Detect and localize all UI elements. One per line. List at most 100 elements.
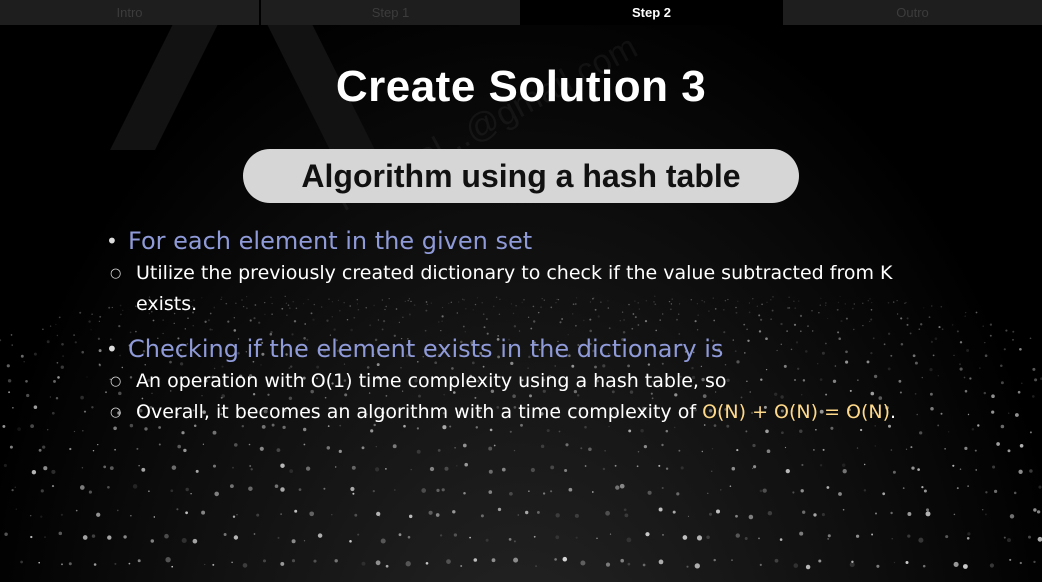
particle-dot — [375, 467, 380, 472]
particle-dot — [375, 560, 381, 566]
particle-dot — [876, 564, 880, 568]
particle-dot — [765, 429, 769, 434]
particle-dot — [855, 534, 860, 538]
particle-dot — [441, 488, 445, 492]
particle-dot — [759, 563, 762, 566]
particle-dot — [609, 533, 612, 535]
particle-dot — [38, 561, 40, 564]
tab-step-2[interactable]: Step 2 — [522, 0, 783, 25]
particle-dot — [334, 466, 337, 468]
particle-dot — [153, 516, 156, 518]
particle-dot — [141, 467, 146, 472]
particle-dot — [437, 448, 441, 452]
particle-dot — [842, 508, 845, 511]
particle-dot — [452, 510, 456, 514]
particle-dot — [1018, 469, 1023, 474]
particle-dot — [47, 429, 49, 431]
particle-dot — [799, 531, 804, 536]
particle-dot — [533, 535, 536, 538]
particle-dot — [1005, 329, 1008, 332]
particle-dot — [918, 537, 924, 543]
particle-dot — [1012, 338, 1014, 341]
particle-dot — [493, 444, 496, 447]
tab-outro[interactable]: Outro — [783, 0, 1042, 25]
tab-intro[interactable]: Intro — [0, 0, 261, 25]
particle-dot — [802, 510, 806, 514]
particle-dot — [890, 511, 893, 515]
particle-dot — [181, 537, 187, 544]
particle-dot — [752, 443, 756, 448]
particle-dot — [305, 466, 311, 471]
particle-dot — [982, 325, 984, 327]
particle-dot — [480, 514, 484, 518]
particle-dot — [185, 487, 189, 492]
particle-dot — [892, 470, 896, 474]
particle-dot — [98, 320, 100, 322]
particle-dot — [51, 411, 55, 415]
particle-dot — [123, 535, 127, 539]
particle-dot — [1031, 395, 1035, 398]
particle-dot — [81, 467, 84, 469]
particle-dot — [842, 463, 846, 467]
particle-dot — [758, 537, 760, 540]
particle-dot — [436, 488, 440, 493]
particle-dot — [303, 443, 306, 446]
particle-dot — [138, 465, 140, 467]
particle-dot — [429, 466, 435, 472]
particle-dot — [779, 538, 783, 541]
particle-dot — [856, 447, 859, 449]
particle-dot — [242, 563, 248, 568]
particle-dot — [6, 364, 10, 368]
particle-dot — [0, 339, 2, 342]
particle-dot — [661, 443, 664, 447]
particle-dot — [79, 311, 82, 314]
particle-dot — [398, 533, 402, 537]
particle-dot — [981, 508, 984, 511]
particle-dot — [696, 535, 703, 541]
particle-dot — [334, 559, 338, 563]
particle-dot — [893, 561, 896, 564]
particle-dot — [813, 513, 817, 517]
bullet-item-1: • For each element in the given set — [106, 224, 946, 258]
particle-dot — [93, 563, 97, 566]
particle-dot — [562, 556, 568, 562]
particle-dot — [890, 449, 893, 451]
particle-dot — [274, 484, 279, 488]
particle-dot — [554, 558, 557, 561]
particle-dot — [953, 354, 955, 357]
particle-dot — [464, 462, 468, 467]
particle-dot — [408, 514, 413, 519]
particle-dot — [68, 562, 72, 566]
particle-dot — [497, 507, 502, 512]
particle-dot — [584, 465, 587, 467]
particle-dot — [731, 559, 733, 561]
particle-dot — [372, 489, 375, 493]
particle-dot — [1009, 558, 1012, 561]
particle-dot — [61, 342, 64, 346]
particle-dot — [555, 535, 560, 540]
particle-dot — [1019, 443, 1024, 448]
particle-dot — [1014, 413, 1019, 417]
particle-dot — [975, 311, 978, 314]
tab-step-1[interactable]: Step 1 — [261, 0, 522, 25]
particle-dot — [707, 492, 709, 494]
particle-dot — [580, 560, 586, 566]
particle-dot — [375, 445, 377, 448]
sub-bullet-text-2-2: Overall, it becomes an algorithm with a … — [136, 401, 703, 423]
particle-dot — [799, 429, 803, 434]
particle-dot — [953, 513, 956, 516]
particle-dot — [513, 557, 519, 563]
particle-dot — [117, 509, 119, 512]
particle-dot — [627, 562, 631, 566]
particle-dot — [354, 513, 358, 517]
particle-dot — [818, 559, 822, 563]
particle-dot — [407, 535, 411, 539]
particle-dot — [51, 485, 55, 488]
particle-dot — [774, 558, 779, 563]
particle-dot — [46, 340, 50, 344]
particle-dot — [223, 533, 227, 536]
particle-dot — [29, 514, 32, 517]
particle-dot — [720, 489, 722, 491]
particle-dot — [781, 431, 784, 435]
particle-dot — [1033, 560, 1036, 564]
